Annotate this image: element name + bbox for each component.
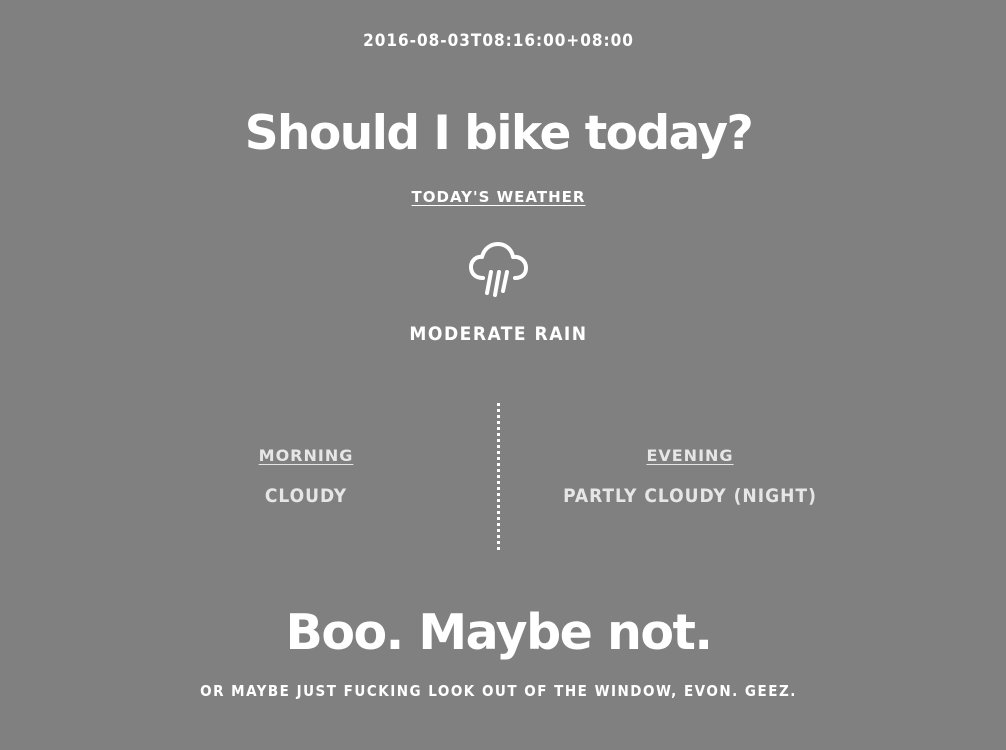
evening-condition: PARTLY CLOUDY (NIGHT) bbox=[563, 485, 817, 507]
verdict: Boo. Maybe not. bbox=[285, 604, 713, 661]
column-divider bbox=[497, 403, 500, 550]
footer-note: OR MAYBE JUST FUCKING LOOK OUT OF THE WI… bbox=[200, 682, 797, 700]
current-condition: MODERATE RAIN bbox=[409, 323, 588, 345]
morning-label: MORNING bbox=[258, 446, 354, 465]
cloud-rain-icon bbox=[469, 242, 528, 297]
morning-forecast: MORNING CLOUDY bbox=[206, 446, 406, 507]
timestamp: 2016-08-03T08:16:00+08:00 bbox=[363, 31, 634, 51]
page-title: Should I bike today? bbox=[244, 106, 754, 161]
evening-forecast: EVENING PARTLY CLOUDY (NIGHT) bbox=[540, 446, 840, 507]
morning-condition: CLOUDY bbox=[264, 485, 348, 507]
todays-weather-heading: TODAY'S WEATHER bbox=[411, 188, 586, 206]
evening-label: EVENING bbox=[646, 446, 734, 465]
